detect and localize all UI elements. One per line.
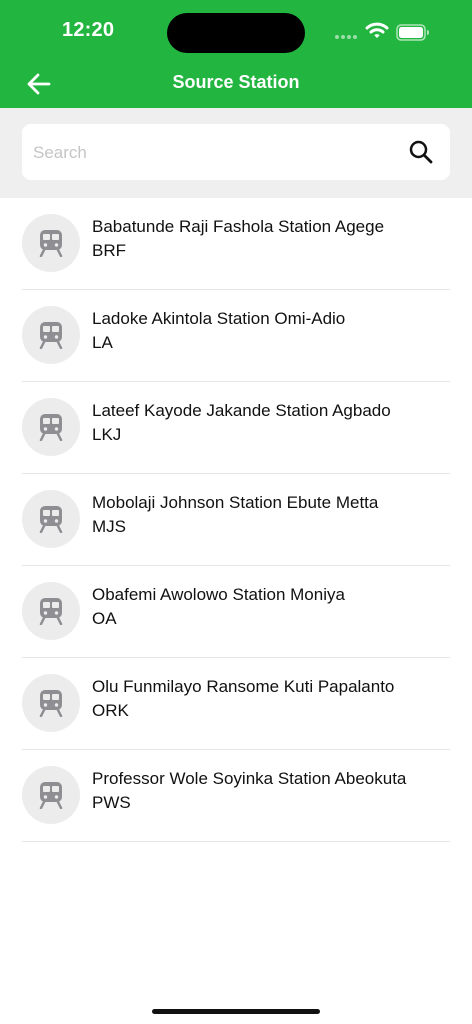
train-icon [22,490,80,548]
station-name: Olu Funmilayo Ransome Kuti Papalanto [92,677,395,696]
search-box[interactable] [22,124,450,180]
wifi-icon [365,22,389,38]
station-list-item[interactable]: Professor Wole Soyinka Station Abeokuta P… [22,750,450,842]
train-icon [22,766,80,824]
station-name: Lateef Kayode Jakande Station Agbado [92,401,391,420]
station-code: MJS [92,517,126,536]
train-icon [22,306,80,364]
station-code: LKJ [92,425,122,444]
train-icon [22,582,80,640]
station-name: Ladoke Akintola Station Omi-Adio [92,309,346,328]
station-list-item[interactable]: Ladoke Akintola Station Omi-Adio LA [22,290,450,382]
station-code: BRF [92,241,126,260]
station-code: LA [92,333,113,352]
station-name: Mobolaji Johnson Station Ebute Metta [92,493,379,512]
train-icon [22,674,80,732]
status-bar: 12:20 [0,0,472,64]
navigation-bar: Source Station [0,62,472,106]
home-indicator[interactable] [152,1009,320,1014]
station-name: Babatunde Raji Fashola Station Agege [92,217,385,236]
train-icon [22,398,80,456]
dynamic-island [167,13,305,53]
station-list-item[interactable]: Olu Funmilayo Ransome Kuti Papalanto ORK [22,658,450,750]
train-icon [22,214,80,272]
station-code: OA [92,609,117,628]
station-code: PWS [92,793,131,812]
battery-icon [396,24,429,41]
search-input[interactable] [31,139,395,167]
station-code: ORK [92,701,129,720]
search-section [0,108,472,198]
cellular-signal-icon [335,35,361,40]
station-list-item[interactable]: Obafemi Awolowo Station Moniya OA [22,566,450,658]
station-list: Babatunde Raji Fashola Station Agege BRF L… [0,198,472,842]
station-list-item[interactable]: Lateef Kayode Jakande Station Agbado LKJ [22,382,450,474]
app-header: 12:20 Source Station [0,0,472,108]
station-list-item[interactable]: Babatunde Raji Fashola Station Agege BRF [22,198,450,290]
search-icon[interactable] [408,139,434,165]
station-list-item[interactable]: Mobolaji Johnson Station Ebute Metta MJS [22,474,450,566]
station-name: Professor Wole Soyinka Station Abeokuta [92,769,407,788]
page-title: Source Station [172,72,300,92]
status-time: 12:20 [62,19,115,41]
station-name: Obafemi Awolowo Station Moniya [92,585,345,604]
